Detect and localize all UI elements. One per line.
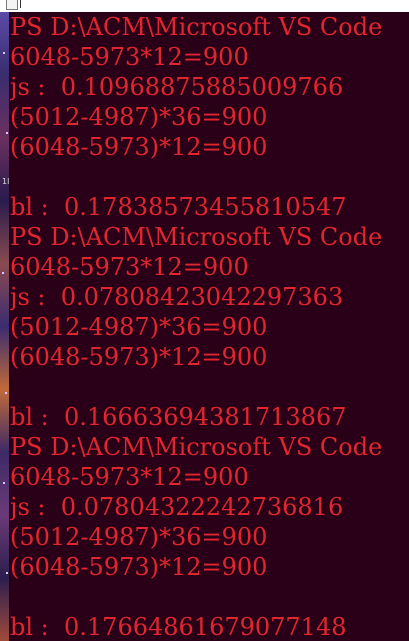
terminal-line: (6048-5973)*12=900 [10, 133, 268, 161]
terminal-line: PS D:\ACM\Microsoft VS Code [10, 223, 383, 251]
terminal-line: (6048-5973)*12=900 [10, 343, 268, 371]
terminal-line: js : 0.10968875885009766 [10, 73, 344, 101]
terminal-line: (5012-4987)*36=900 [10, 313, 268, 341]
window-icon [6, 0, 18, 10]
window-top-bar [0, 0, 409, 12]
terminal-line: (6048-5973)*12=900 [10, 553, 268, 581]
terminal-line: bl : 0.16663694381713867 [10, 403, 347, 431]
terminal-line: (5012-4987)*36=900 [10, 103, 268, 131]
terminal-line: 6048-5973*12=900 [10, 43, 249, 71]
terminal-output[interactable]: PS D:\ACM\Microsoft VS Code 6048-5973*12… [10, 12, 409, 641]
terminal-line: PS D:\ACM\Microsoft VS Code [10, 13, 383, 41]
background-strip [0, 12, 9, 641]
terminal-line: 6048-5973*12=900 [10, 463, 249, 491]
terminal-line: bl : 0.17838573455810547 [10, 193, 347, 221]
title-cursor [20, 0, 21, 8]
terminal-line: 6048-5973*12=900 [10, 253, 249, 281]
terminal-line: (5012-4987)*36=900 [10, 523, 268, 551]
terminal-line: js : 0.07808423042297363 [10, 283, 344, 311]
terminal-line: js : 0.07804322242736816 [10, 493, 344, 521]
side-marker: 1l [2, 177, 10, 186]
terminal-line: PS D:\ACM\Microsoft VS Code [10, 433, 383, 461]
terminal-line: bl : 0.17664861679077148 [10, 613, 347, 641]
